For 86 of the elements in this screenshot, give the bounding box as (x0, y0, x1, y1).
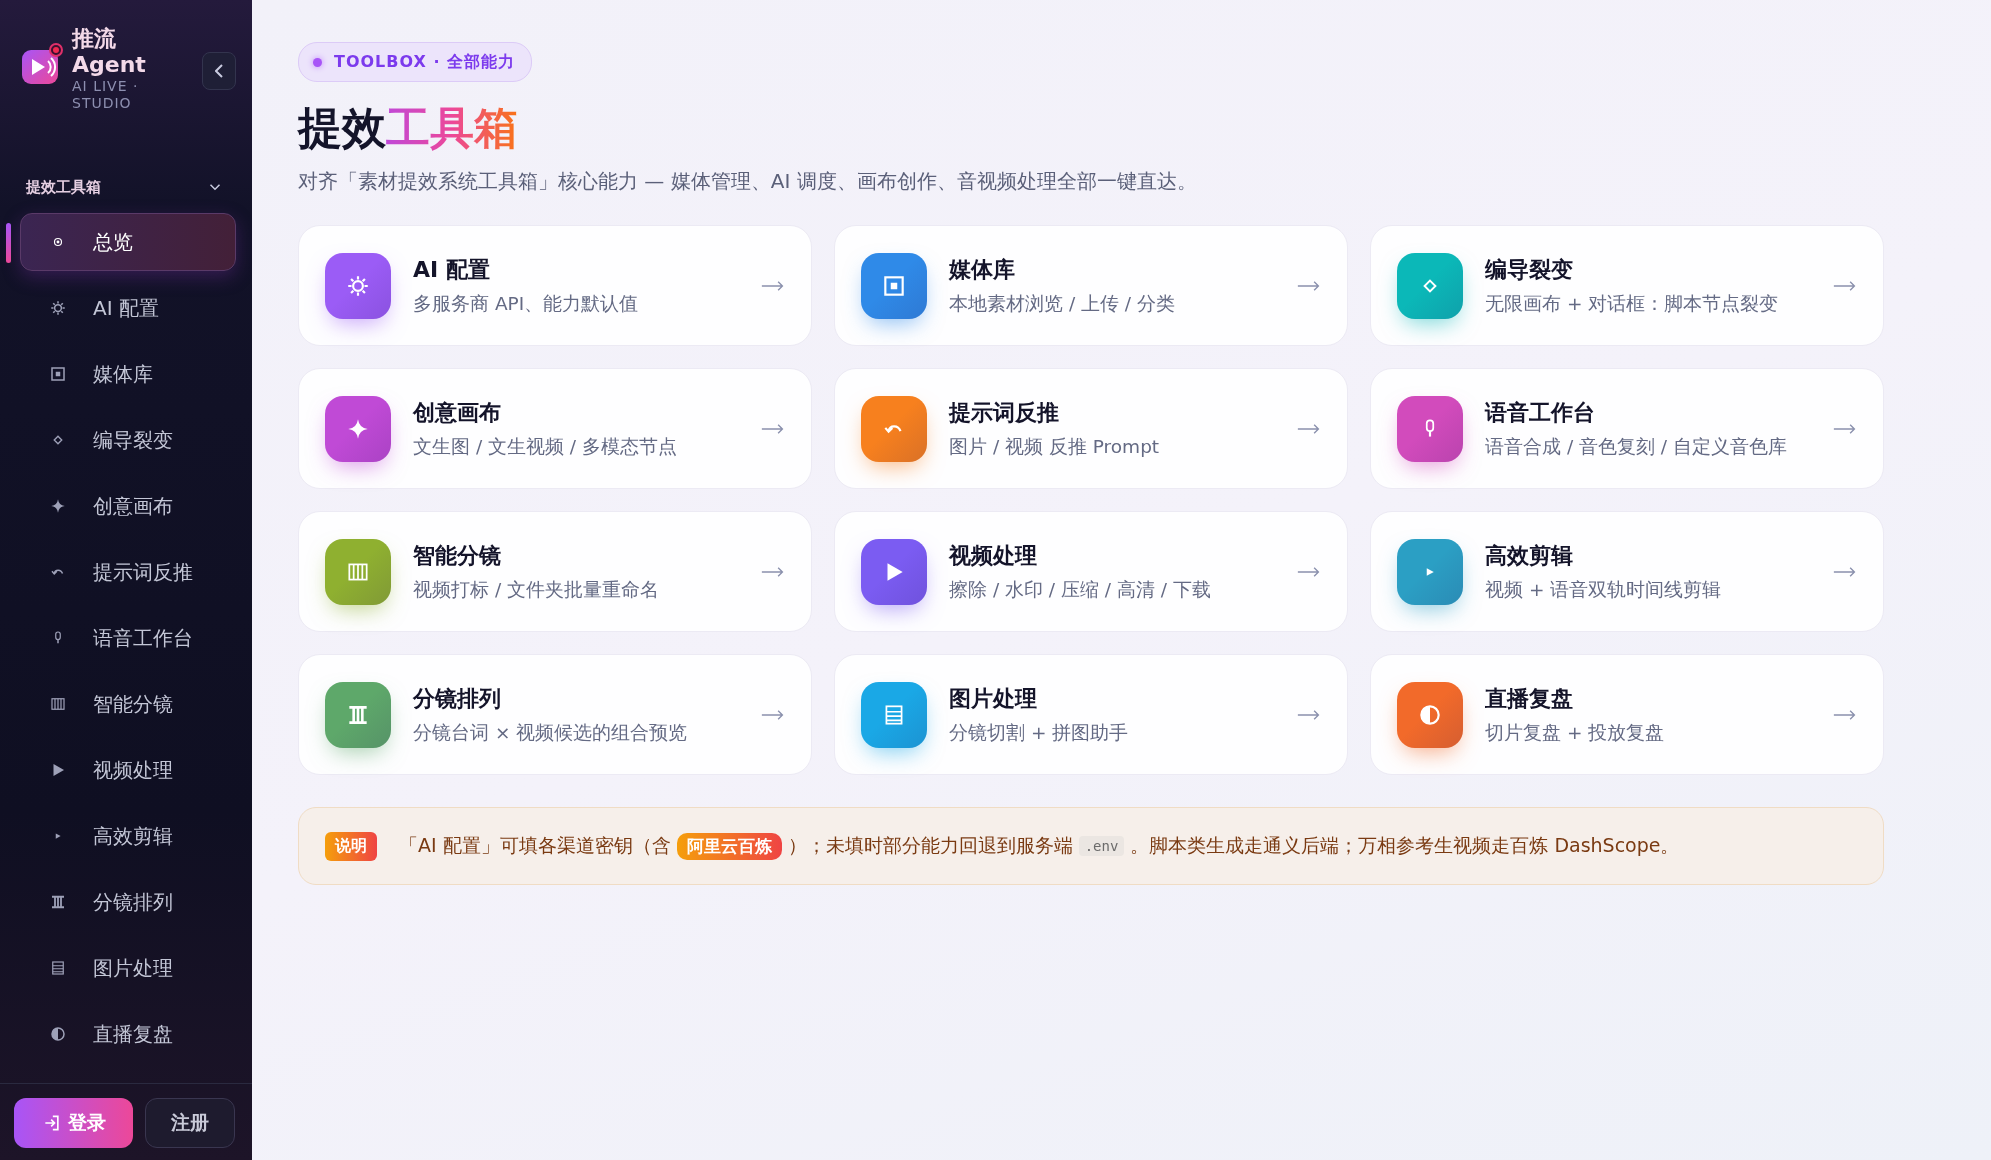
card-title: 高效剪辑 (1485, 542, 1574, 570)
card-description: 视频 + 语音双轨时间线剪辑 (1485, 578, 1723, 602)
card-title: 编导裂变 (1485, 256, 1574, 284)
arrow-icon (1297, 708, 1321, 721)
note-text: 「AI 配置」可填各渠道密钥（含 (399, 833, 671, 858)
nav-item[interactable]: 直播复盘 (20, 1005, 236, 1063)
tool-card[interactable]: 直播复盘 切片复盘 + 投放复盘 (1370, 654, 1884, 775)
square-icon (49, 365, 67, 383)
note-label: 说明 (325, 831, 377, 861)
section-header[interactable]: 提效工具箱 (0, 125, 252, 199)
nav-item[interactable]: 语音工作台 (20, 609, 236, 667)
arrow-icon (761, 565, 785, 578)
arrow-icon (1833, 279, 1857, 292)
card-title: 语音工作台 (1485, 399, 1596, 427)
card-title: 媒体库 (949, 256, 1016, 284)
nav-item[interactable]: 创意画布 (20, 477, 236, 535)
brand-name: 推流 (72, 26, 117, 52)
card-title: 图片处理 (949, 685, 1038, 713)
section-badge: TOOLBOX · 全部能力 (298, 42, 533, 82)
nav-item[interactable]: 提示词反推 (20, 543, 236, 601)
card-description: 切片复盘 + 投放复盘 (1485, 721, 1666, 745)
card-title: AI 配置 (413, 256, 491, 284)
tool-card[interactable]: 创意画布 文生图 / 文生视频 / 多模态节点 (298, 368, 812, 489)
login-button[interactable]: 登录 (14, 1098, 133, 1148)
page-subtitle: 对齐「素材提效系统工具箱」核心能力 — 媒体管理、AI 调度、画布创作、音视频处理全部一键直达。 (298, 168, 1197, 195)
pillars-icon (49, 893, 67, 911)
brand-name: Agent (72, 52, 147, 78)
register-button[interactable]: 注册 (145, 1098, 235, 1148)
tool-card[interactable]: 图片处理 分镜切割 + 拼图助手 (834, 654, 1348, 775)
columns-icon (49, 695, 67, 713)
card-description: 无限画布 + 对话框：脚本节点裂变 (1485, 292, 1780, 316)
arrow-icon (761, 422, 785, 435)
note-text: ）；未填时部分能力回退到服务端 (787, 833, 1073, 858)
note-text: 。脚本类生成走通义后端；万相参考生视频走百炼 DashScope。 (1130, 833, 1680, 858)
nav-item[interactable]: 智能分镜 (20, 675, 236, 733)
card-description: 图片 / 视频 反推 Prompt (949, 435, 1161, 459)
tool-card[interactable]: 语音工作台 语音合成 / 音色复刻 / 自定义音色库 (1370, 368, 1884, 489)
nav-item[interactable]: 图片处理 (20, 939, 236, 997)
card-description: 擦除 / 水印 / 压缩 / 高清 / 下载 (949, 578, 1212, 602)
card-description: 分镜切割 + 拼图助手 (949, 721, 1130, 745)
arrow-icon (1833, 422, 1857, 435)
app-logo (20, 42, 64, 86)
list-icon (49, 959, 67, 977)
nav-item[interactable]: 高效剪辑 (20, 807, 236, 865)
provider-tag: 阿里云百炼 (676, 832, 782, 860)
card-description: 分镜台词 × 视频候选的组合预览 (413, 721, 689, 745)
tool-card[interactable]: AI 配置 多服务商 API、能力默认值 (298, 225, 812, 346)
card-title: 直播复盘 (1485, 685, 1574, 713)
tool-card[interactable]: 编导裂变 无限画布 + 对话框：脚本节点裂变 (1370, 225, 1884, 346)
nav-item[interactable]: 视频处理 (20, 741, 236, 799)
arrow-icon (1297, 422, 1321, 435)
card-description: 文生图 / 文生视频 / 多模态节点 (413, 435, 678, 459)
collapse-button[interactable] (202, 52, 236, 90)
card-title: 创意画布 (413, 399, 502, 427)
tool-card[interactable]: 高效剪辑 视频 + 语音双轨时间线剪辑 (1370, 511, 1884, 632)
arrow-icon (761, 708, 785, 721)
tool-card[interactable]: 视频处理 擦除 / 水印 / 压缩 / 高清 / 下载 (834, 511, 1348, 632)
tool-card[interactable]: 智能分镜 视频打标 / 文件夹批量重命名 (298, 511, 812, 632)
chevron-left-icon (215, 64, 223, 78)
arrow-icon (1297, 565, 1321, 578)
card-description: 本地素材浏览 / 上传 / 分类 (949, 292, 1176, 316)
nav-item[interactable]: AI 配置 (20, 279, 236, 337)
card-title: 提示词反推 (949, 399, 1060, 427)
tool-card[interactable]: 媒体库 本地素材浏览 / 上传 / 分类 (834, 225, 1348, 346)
card-title: 视频处理 (949, 542, 1038, 570)
tool-card[interactable]: 分镜排列 分镜台词 × 视频候选的组合预览 (298, 654, 812, 775)
brand-tagline: AI LIVE · STUDIO (72, 78, 140, 112)
nav-item[interactable]: 编导裂变 (20, 411, 236, 469)
arrow-icon (761, 279, 785, 292)
active-indicator (6, 223, 11, 263)
nav-item[interactable]: 媒体库 (20, 345, 236, 403)
arrow-icon (1833, 708, 1857, 721)
half-circle-icon (49, 1025, 67, 1043)
gear-icon (49, 299, 67, 317)
target-icon (51, 235, 65, 249)
code-snippet: .env (1078, 836, 1125, 856)
tool-card[interactable]: 提示词反推 图片 / 视频 反推 Prompt (834, 368, 1348, 489)
arrow-icon (1297, 279, 1321, 292)
card-title: 智能分镜 (413, 542, 502, 570)
arrow-icon (1833, 565, 1857, 578)
card-description: 语音合成 / 音色复刻 / 自定义音色库 (1485, 435, 1788, 459)
nav-item[interactable]: 总览 (20, 213, 236, 271)
card-title: 分镜排列 (413, 685, 502, 713)
card-description: 视频打标 / 文件夹批量重命名 (413, 578, 660, 602)
nav-item[interactable]: 分镜排列 (20, 873, 236, 931)
card-description: 多服务商 API、能力默认值 (413, 292, 640, 316)
